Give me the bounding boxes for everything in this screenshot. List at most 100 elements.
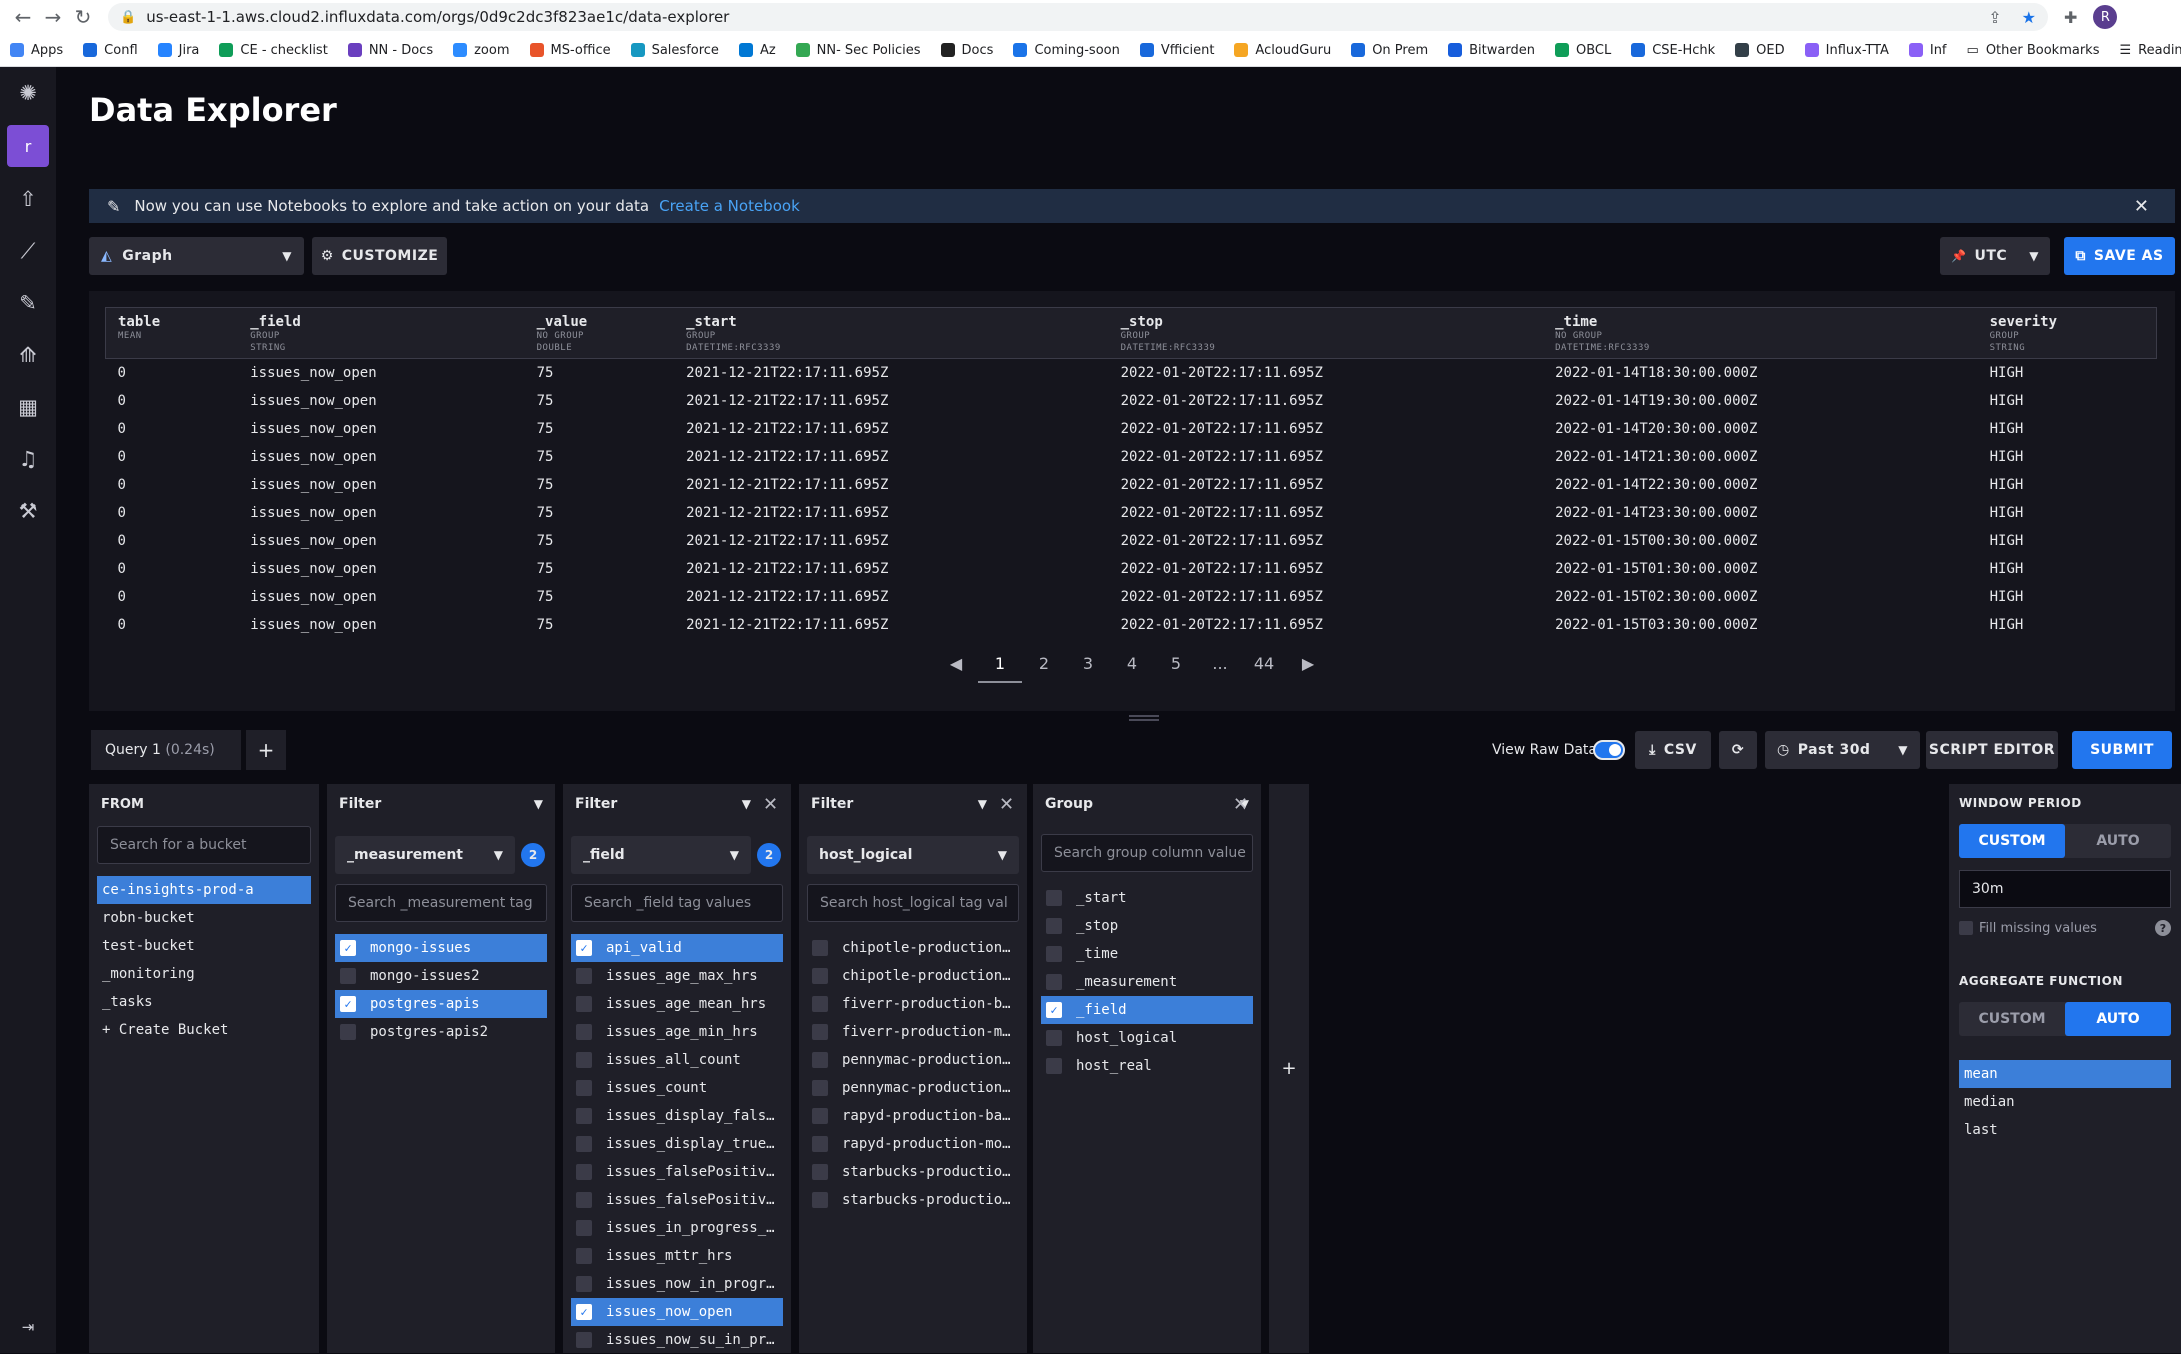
bookmark-item[interactable]: OBCL <box>1555 43 1611 58</box>
reading-list[interactable]: ☰Reading Li <box>2120 43 2181 58</box>
collapse-nav-icon[interactable]: ⇥ <box>0 1301 56 1353</box>
checkbox-icon[interactable] <box>812 968 828 984</box>
filter-value-item[interactable]: issues_age_min_hrs <box>571 1018 783 1046</box>
checkbox-icon[interactable] <box>340 968 356 984</box>
notebook-icon[interactable]: ✎ <box>0 277 56 329</box>
window-auto-button[interactable]: AUTO <box>2065 824 2171 858</box>
bookmark-item[interactable]: On Prem <box>1351 43 1428 58</box>
filter-value-item[interactable]: issues_display_true… <box>571 1130 783 1158</box>
filter-value-item[interactable]: starbucks-productio… <box>807 1186 1019 1214</box>
checkbox-icon[interactable] <box>1046 946 1062 962</box>
add-query-button[interactable]: + <box>246 730 286 770</box>
column-header[interactable]: _stopGROUPDATETIME:RFC3339 <box>1109 308 1544 359</box>
filter-value-item[interactable]: chipotle-production… <box>807 934 1019 962</box>
checkbox-icon[interactable] <box>1046 918 1062 934</box>
influx-logo-icon[interactable]: ✺ <box>0 67 56 119</box>
group-header[interactable]: Group ▼ <box>1033 784 1261 824</box>
filter-value-item[interactable]: ✓postgres-apis <box>335 990 547 1018</box>
aggregate-function-item[interactable]: median <box>1959 1088 2171 1116</box>
filter-value-item[interactable]: issues_age_mean_hrs <box>571 990 783 1018</box>
filter-search-input[interactable]: Search _field tag values <box>571 884 783 922</box>
bucket-item[interactable]: _tasks <box>97 988 311 1016</box>
bucket-item[interactable]: test-bucket <box>97 932 311 960</box>
checkbox-icon[interactable] <box>576 1108 592 1124</box>
bookmark-item[interactable]: Bitwarden <box>1448 43 1535 58</box>
group-column-item[interactable]: host_logical <box>1041 1024 1253 1052</box>
column-header[interactable]: severityGROUPSTRING <box>1978 308 2157 359</box>
checkbox-icon[interactable] <box>1046 974 1062 990</box>
checkbox-icon[interactable] <box>1046 1058 1062 1074</box>
checkbox-icon[interactable] <box>576 1248 592 1264</box>
upload-icon[interactable]: ⇧ <box>0 173 56 225</box>
checkbox-icon[interactable] <box>576 1052 592 1068</box>
column-header[interactable]: _fieldGROUPSTRING <box>238 308 524 359</box>
bucket-item[interactable]: + Create Bucket <box>97 1016 311 1044</box>
group-column-item[interactable]: _time <box>1041 940 1253 968</box>
checkbox-icon[interactable] <box>812 1080 828 1096</box>
bookmark-item[interactable]: CE - checklist <box>219 43 327 58</box>
checkbox-icon[interactable] <box>576 1024 592 1040</box>
filter-key-dropdown[interactable]: host_logical▼ <box>807 836 1019 874</box>
aggregate-function-item[interactable]: mean <box>1959 1060 2171 1088</box>
filter-value-item[interactable]: issues_in_progress_… <box>571 1214 783 1242</box>
window-period-input[interactable]: 30m <box>1959 870 2171 908</box>
filter-value-item[interactable]: issues_display_fals… <box>571 1102 783 1130</box>
page-number[interactable]: ... <box>1198 654 1242 683</box>
group-column-item[interactable]: _start <box>1041 884 1253 912</box>
checkbox-checked-icon[interactable]: ✓ <box>1046 1002 1062 1018</box>
checkbox-icon[interactable] <box>812 1136 828 1152</box>
filter-search-input[interactable]: Search _measurement tag <box>335 884 547 922</box>
aggregate-function-item[interactable]: last <box>1959 1116 2171 1144</box>
filter-value-item[interactable]: issues_falsePositiv… <box>571 1186 783 1214</box>
checkbox-checked-icon[interactable]: ✓ <box>576 940 592 956</box>
checkbox-icon[interactable] <box>576 1276 592 1292</box>
submit-button[interactable]: SUBMIT <box>2072 731 2172 769</box>
filter-value-item[interactable]: issues_falsePositiv… <box>571 1158 783 1186</box>
checkbox-icon[interactable] <box>576 1332 592 1348</box>
bookmark-item[interactable]: Salesforce <box>631 43 719 58</box>
checkbox-icon[interactable] <box>576 1220 592 1236</box>
data-explorer-icon[interactable]: ⟋ <box>0 225 56 277</box>
filter-value-item[interactable]: rapyd-production-mo… <box>807 1130 1019 1158</box>
checkbox-icon[interactable] <box>576 996 592 1012</box>
extensions-icon[interactable]: ✚ <box>2064 8 2077 27</box>
page-number[interactable]: 4 <box>1110 654 1154 683</box>
checkbox-icon[interactable] <box>1046 890 1062 906</box>
page-number[interactable]: 1 <box>978 654 1022 683</box>
checkbox-icon[interactable] <box>812 1108 828 1124</box>
dashboards-icon[interactable]: ⟰ <box>0 329 56 381</box>
group-column-item[interactable]: _measurement <box>1041 968 1253 996</box>
bookmark-item[interactable]: Confl <box>83 43 137 58</box>
page-number[interactable]: 5 <box>1154 654 1198 683</box>
bookmark-item[interactable]: NN - Docs <box>348 43 433 58</box>
checkbox-checked-icon[interactable]: ✓ <box>340 940 356 956</box>
fill-missing-checkbox[interactable] <box>1959 921 1973 935</box>
address-bar[interactable]: 🔒 us-east-1-1.aws.cloud2.influxdata.com/… <box>108 3 2048 31</box>
view-type-dropdown[interactable]: ◭ Graph ▼ <box>89 237 304 275</box>
filter-header[interactable]: Filter▼ <box>563 784 763 824</box>
column-header[interactable]: tableMEAN <box>106 308 239 359</box>
bookmark-item[interactable]: Az <box>739 43 776 58</box>
column-header[interactable]: _timeNO GROUPDATETIME:RFC3339 <box>1543 308 1978 359</box>
settings-icon[interactable]: ⚒ <box>0 485 56 537</box>
group-column-item[interactable]: ✓_field <box>1041 996 1253 1024</box>
checkbox-icon[interactable] <box>576 1136 592 1152</box>
bucket-item[interactable]: _monitoring <box>97 960 311 988</box>
time-range-dropdown[interactable]: ◷ Past 30d ▼ <box>1765 731 1920 769</box>
filter-value-item[interactable]: issues_age_max_hrs <box>571 962 783 990</box>
filter-value-item[interactable]: fiverr-production-b… <box>807 990 1019 1018</box>
function-custom-button[interactable]: CUSTOM <box>1959 1002 2065 1036</box>
group-column-item[interactable]: _stop <box>1041 912 1253 940</box>
filter-value-item[interactable]: starbucks-productio… <box>807 1158 1019 1186</box>
checkbox-icon[interactable] <box>812 1192 828 1208</box>
csv-button[interactable]: ⤓ CSV <box>1635 731 1711 769</box>
filter-key-dropdown[interactable]: _field▼ <box>571 836 751 874</box>
bucket-item[interactable]: ce-insights-prod-a <box>97 876 311 904</box>
close-icon[interactable]: ✕ <box>1233 794 1248 815</box>
checkbox-icon[interactable] <box>576 1164 592 1180</box>
refresh-button[interactable]: ⟳ <box>1719 731 1757 769</box>
column-header[interactable]: _valueNO GROUPDOUBLE <box>525 308 674 359</box>
org-avatar[interactable]: r <box>7 125 49 167</box>
other-bookmarks[interactable]: ▭Other Bookmarks <box>1967 43 2100 58</box>
checkbox-icon[interactable] <box>812 1024 828 1040</box>
